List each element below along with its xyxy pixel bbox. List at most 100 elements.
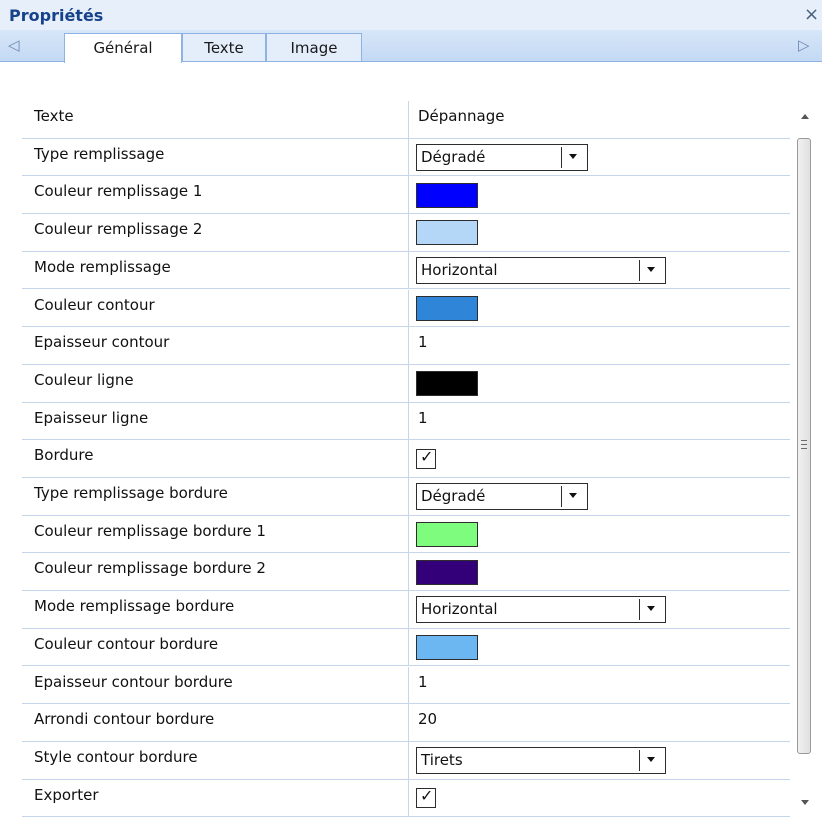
tab-strip: ◁ Général Texte Image ▷: [0, 30, 822, 63]
tab-label: Texte: [204, 39, 244, 57]
grip-line: [801, 444, 807, 445]
property-row[interactable]: Epaisseur ligne 1: [22, 402, 790, 441]
column-divider: [408, 440, 409, 478]
column-divider: [408, 138, 409, 177]
property-row[interactable]: Couleur remplissage bordure 1: [22, 515, 790, 554]
color-swatch[interactable]: [416, 182, 478, 208]
property-row[interactable]: Arrondi contour bordure 20: [22, 704, 790, 742]
column-divider: [408, 478, 409, 516]
column-divider: [408, 666, 409, 705]
property-name: Mode remplissage bordure: [34, 597, 235, 616]
color-swatch[interactable]: [416, 559, 478, 585]
property-value[interactable]: 1: [418, 409, 428, 427]
property-name: Couleur remplissage bordure 1: [34, 521, 266, 540]
property-name: Couleur remplissage 1: [34, 182, 203, 201]
dropdown-select[interactable]: Dégradé: [416, 483, 588, 511]
column-divider: [408, 402, 409, 441]
dropdown-select[interactable]: Dégradé: [416, 144, 588, 172]
color-swatch[interactable]: [416, 220, 478, 246]
property-name: Texte: [34, 107, 74, 125]
property-name: Bordure: [34, 446, 94, 465]
close-icon[interactable]: ×: [804, 4, 819, 25]
property-row[interactable]: Couleur ligne: [22, 364, 790, 403]
checkbox[interactable]: ✓: [416, 786, 436, 809]
tab-texte[interactable]: Texte: [182, 33, 266, 61]
color-swatch[interactable]: [416, 295, 478, 321]
scroll-thumb[interactable]: [797, 138, 811, 754]
column-divider: [408, 553, 409, 592]
panel-header: Propriétés ×: [0, 0, 822, 30]
panel-title: Propriétés: [9, 6, 104, 25]
dropdown-select[interactable]: Tirets: [416, 747, 666, 775]
dropdown-select[interactable]: Horizontal: [416, 596, 666, 624]
properties-panel: Propriétés × ◁ Général Texte Image ▷ Tex…: [0, 0, 822, 824]
property-row[interactable]: Couleur remplissage bordure 2: [22, 553, 790, 592]
property-row[interactable]: Epaisseur contour bordure 1: [22, 666, 790, 705]
property-value[interactable]: 1: [418, 333, 428, 351]
tab-scroll-right-icon[interactable]: ▷: [798, 36, 810, 54]
dropdown-value: Horizontal: [421, 600, 498, 619]
chevron-down-icon: [569, 154, 577, 160]
tab-general[interactable]: Général: [64, 33, 182, 63]
column-divider: [408, 779, 409, 818]
dropdown-value: Tirets: [421, 751, 463, 770]
scroll-up-icon[interactable]: [801, 114, 809, 119]
tab-image[interactable]: Image: [266, 33, 362, 61]
property-row[interactable]: Type remplissage bordure Dégradé: [22, 478, 790, 516]
dropdown-value: Dégradé: [421, 487, 486, 506]
vertical-scrollbar[interactable]: [792, 102, 818, 814]
property-row[interactable]: Epaisseur contour 1: [22, 327, 790, 365]
property-row[interactable]: Couleur remplissage 2: [22, 214, 790, 252]
grip-line: [801, 448, 807, 449]
checkbox[interactable]: ✓: [416, 447, 436, 470]
property-row[interactable]: Texte Dépannage: [22, 101, 790, 139]
property-name: Couleur remplissage bordure 2: [34, 559, 266, 578]
color-swatch[interactable]: [416, 371, 478, 397]
property-row[interactable]: Mode remplissage Horizontal: [22, 251, 790, 290]
property-row[interactable]: Couleur remplissage 1: [22, 176, 790, 215]
property-row[interactable]: Style contour bordure Tirets: [22, 741, 790, 780]
dropdown-value: Dégradé: [421, 148, 486, 167]
grip-line: [801, 440, 807, 441]
column-divider: [408, 704, 409, 742]
property-name: Epaisseur contour bordure: [34, 672, 233, 691]
column-divider: [408, 176, 409, 215]
dropdown-button[interactable]: [639, 750, 663, 772]
property-row[interactable]: Couleur contour bordure: [22, 628, 790, 667]
chevron-down-icon: [569, 493, 577, 499]
chevron-down-icon: [647, 757, 655, 763]
property-name: Couleur remplissage 2: [34, 220, 203, 239]
scroll-down-icon[interactable]: [801, 800, 809, 805]
column-divider: [408, 101, 409, 139]
property-name: Couleur contour: [34, 295, 155, 314]
property-name: Arrondi contour bordure: [34, 710, 215, 729]
column-divider: [408, 289, 409, 328]
property-row[interactable]: Mode remplissage bordure Horizontal: [22, 591, 790, 629]
column-divider: [408, 515, 409, 554]
column-divider: [408, 628, 409, 667]
property-row[interactable]: Exporter ✓: [22, 779, 790, 818]
property-name: Type remplissage: [34, 144, 165, 163]
color-swatch[interactable]: [416, 635, 478, 661]
property-value[interactable]: 20: [418, 710, 437, 728]
dropdown-value: Horizontal: [421, 261, 498, 280]
property-row[interactable]: Bordure ✓: [22, 440, 790, 478]
color-swatch[interactable]: [416, 522, 478, 548]
tab-scroll-left-icon[interactable]: ◁: [8, 36, 20, 54]
property-name: Type remplissage bordure: [34, 484, 228, 502]
chevron-down-icon: [647, 267, 655, 273]
dropdown-button[interactable]: [639, 599, 663, 621]
dropdown-button[interactable]: [561, 147, 585, 169]
property-row[interactable]: Couleur contour: [22, 289, 790, 328]
property-value[interactable]: Dépannage: [418, 107, 504, 125]
dropdown-button[interactable]: [561, 486, 585, 508]
property-name: Style contour bordure: [34, 747, 198, 766]
property-row[interactable]: Type remplissage Dégradé: [22, 138, 790, 177]
dropdown-button[interactable]: [639, 260, 663, 282]
tab-label: Général: [93, 39, 153, 57]
property-name: Couleur ligne: [34, 370, 134, 389]
column-divider: [408, 591, 409, 629]
dropdown-select[interactable]: Horizontal: [416, 257, 666, 285]
column-divider: [408, 741, 409, 780]
property-value[interactable]: 1: [418, 673, 428, 691]
